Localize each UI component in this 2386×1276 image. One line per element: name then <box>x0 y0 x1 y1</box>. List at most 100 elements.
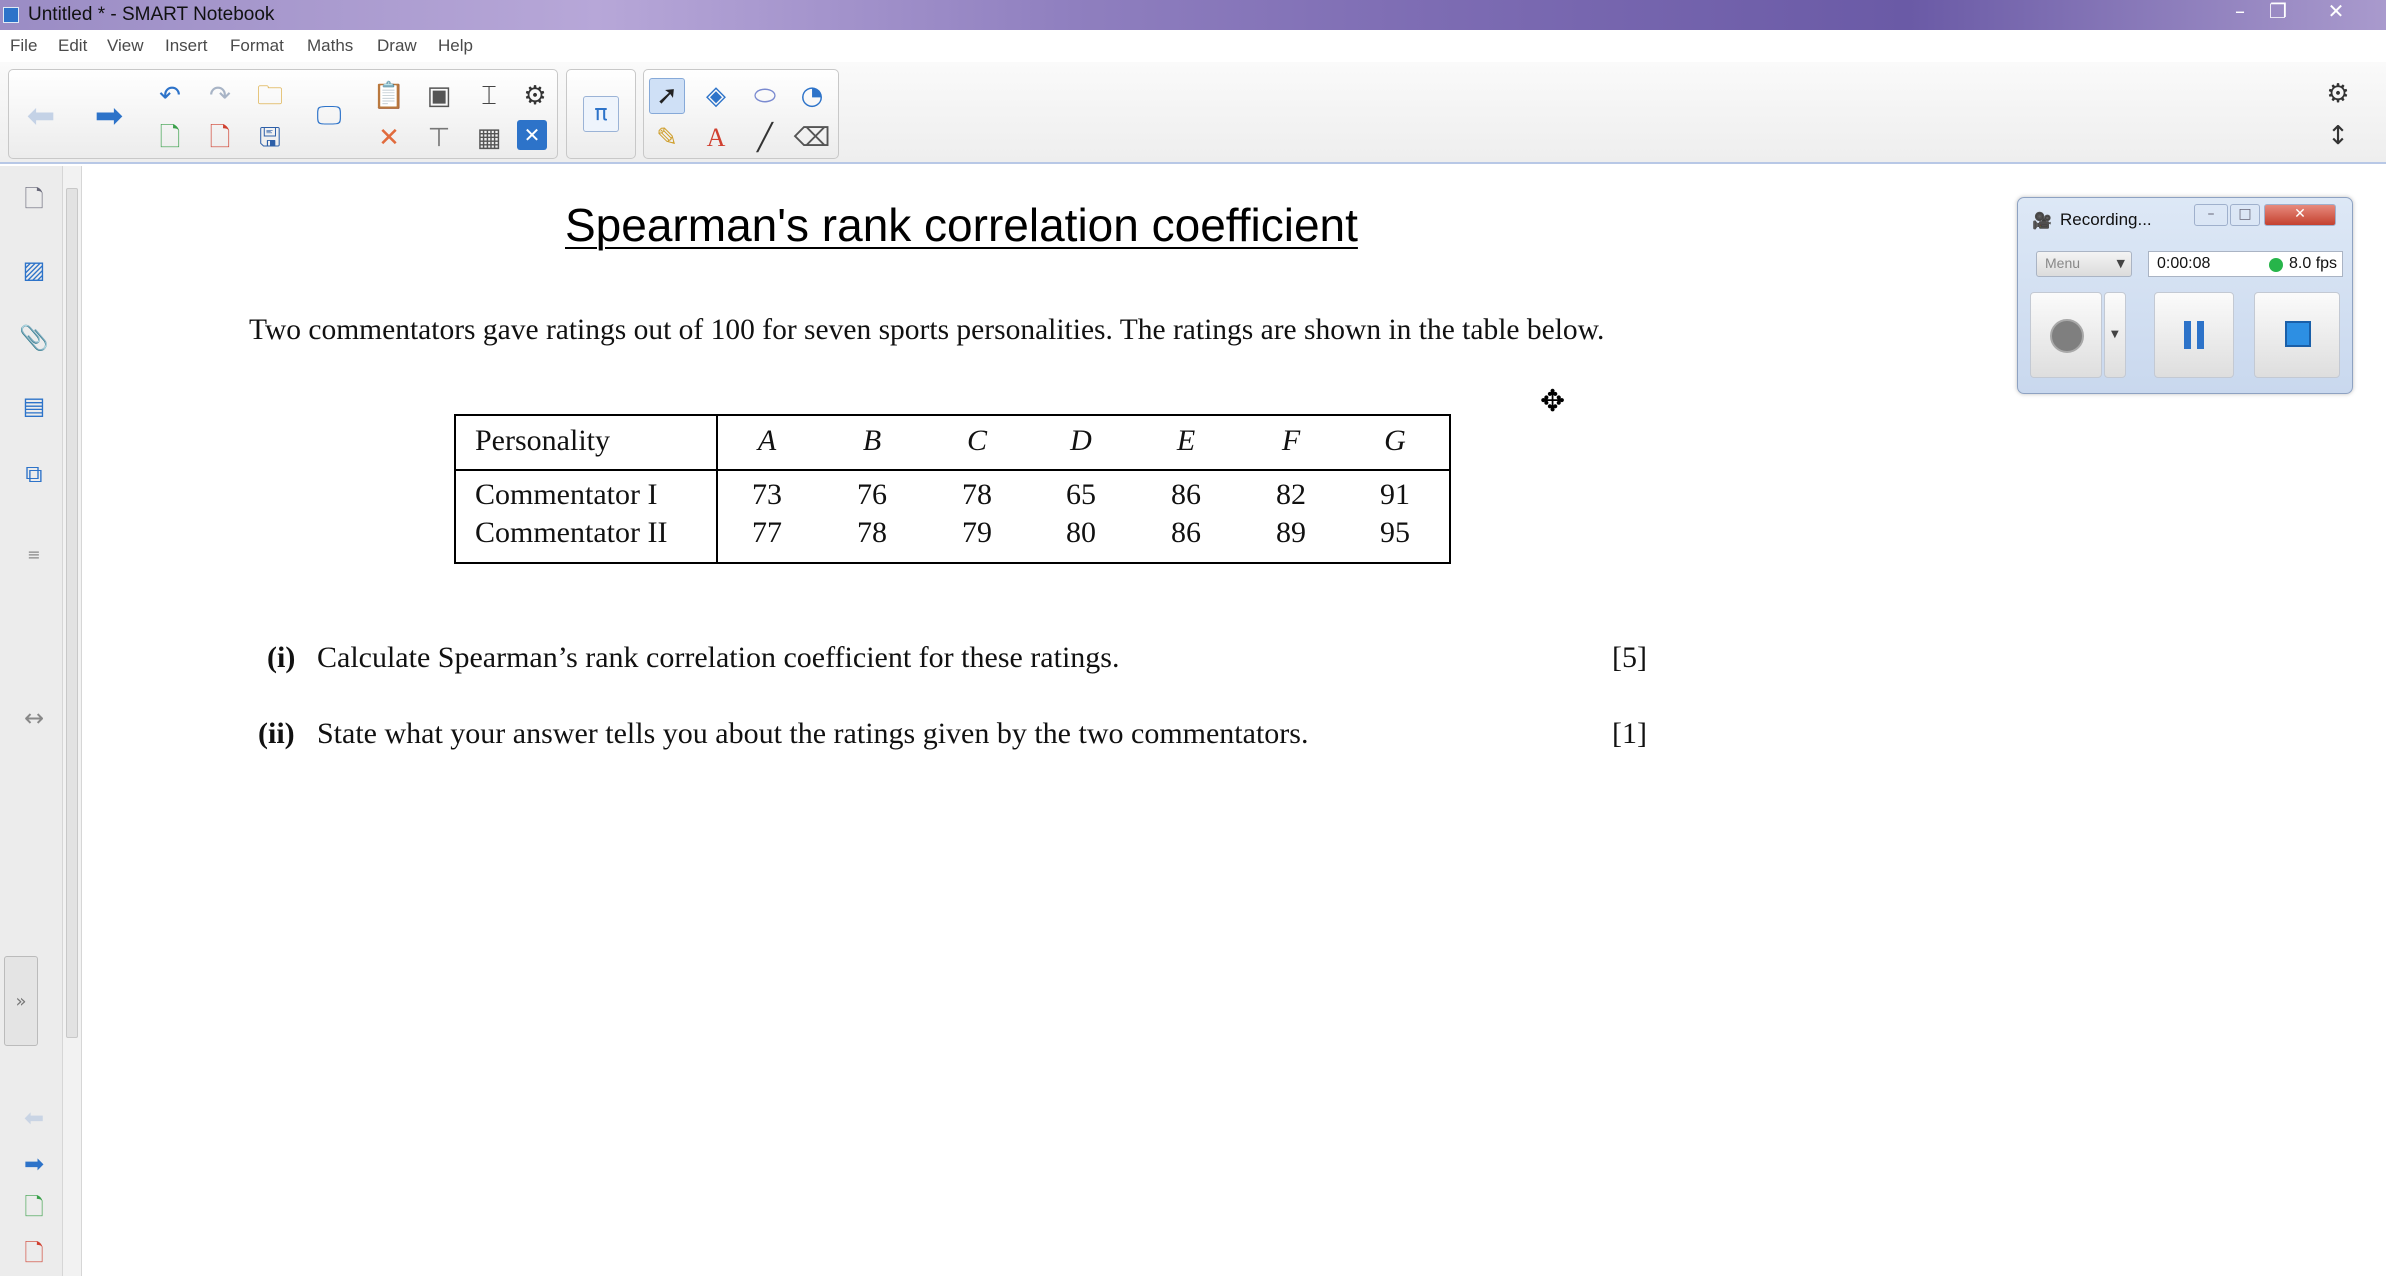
question-number: (ii) <box>258 717 295 750</box>
move-cursor-icon: ✥ <box>1540 384 1566 419</box>
close-tools-icon[interactable]: ✕ <box>517 120 547 150</box>
eraser-icon[interactable]: ⌫ <box>794 120 831 156</box>
table-cell: 78 <box>857 516 887 549</box>
save-icon[interactable]: 🖫 <box>252 120 288 156</box>
toolbar-group-file: ⬅ ➡ ↶ ↷ 🗀 🗋 🗋 🖫 🖵 📋 ▣ ⌶ ⚙ ✕ ⊤ ▦ ✕ <box>8 69 558 159</box>
attachments-tab-icon[interactable]: 📎 <box>12 312 56 364</box>
previous-page-icon[interactable]: ⬅ <box>12 1092 56 1144</box>
recorder-minimize-button[interactable]: – <box>2194 204 2228 226</box>
menu-format[interactable]: Format <box>230 36 284 56</box>
table-cell: 76 <box>857 478 887 511</box>
delete-page-sidebar-icon[interactable]: 🗋 <box>12 1230 56 1276</box>
line-tool-icon[interactable]: ╱ <box>747 120 783 156</box>
table-cell: 91 <box>1380 478 1410 511</box>
addons-tab-icon[interactable]: ⧉ <box>12 448 56 500</box>
gallery-tab-icon[interactable]: ▨ <box>12 244 56 296</box>
menu-file[interactable]: File <box>10 36 37 56</box>
menu-view[interactable]: View <box>107 36 144 56</box>
stop-button[interactable] <box>2254 292 2340 378</box>
page-sorter-tab-icon[interactable]: 🗋 <box>12 176 56 228</box>
tools-icon[interactable]: ⚙ <box>517 78 553 114</box>
table-cell: 78 <box>962 478 992 511</box>
shapes-icon[interactable]: ◈ <box>698 78 734 114</box>
open-folder-icon[interactable]: 🗀 <box>252 78 288 114</box>
math-tools-button[interactable]: π <box>583 96 619 132</box>
move-toolbar-icon[interactable]: ↕ <box>2320 118 2356 154</box>
settings-gear-icon[interactable]: ⚙ <box>2320 76 2356 112</box>
delete-icon[interactable]: ✕ <box>371 120 407 156</box>
table-cell: 86 <box>1171 516 1201 549</box>
select-arrow-icon[interactable]: ➚ <box>649 78 685 114</box>
scrollbar-thumb[interactable] <box>66 188 78 1038</box>
redo-icon[interactable]: ↷ <box>202 78 238 114</box>
question-marks: [5] <box>1612 641 1647 674</box>
menu-bar: File Edit View Insert Format Maths Draw … <box>0 30 2386 62</box>
add-page-sidebar-icon[interactable]: 🗋 <box>12 1184 56 1236</box>
menu-edit[interactable]: Edit <box>58 36 87 56</box>
smart-notebook-app-icon <box>3 7 19 23</box>
magic-pen-icon[interactable]: ⬭ <box>747 78 783 114</box>
add-page-icon[interactable]: 🗋 <box>152 120 188 156</box>
ratings-table: Personality A B C D E F G Commentator I … <box>454 414 1451 564</box>
pause-button[interactable] <box>2154 292 2234 378</box>
pens-icon[interactable]: ✎ <box>649 120 685 156</box>
show-display-icon[interactable]: 🖵 <box>311 98 347 134</box>
screen-capture-icon[interactable]: ▣ <box>421 78 457 114</box>
recorder-camera-icon: 🎥 <box>2032 211 2052 230</box>
window-title: Untitled * - SMART Notebook <box>28 4 275 25</box>
screen-shade-icon[interactable]: ⌶ <box>471 78 507 114</box>
delete-page-icon[interactable]: 🗋 <box>202 120 238 156</box>
table-cell: 79 <box>962 516 992 549</box>
stop-square-icon <box>2285 321 2311 347</box>
menu-insert[interactable]: Insert <box>165 36 208 56</box>
swap-side-icon[interactable]: ↔ <box>12 692 56 744</box>
fill-icon[interactable]: ◔ <box>794 78 830 114</box>
table-column-header: G <box>1384 424 1406 457</box>
menu-maths[interactable]: Maths <box>307 36 353 56</box>
recorder-menu-dropdown[interactable]: Menu ▼ <box>2036 251 2132 277</box>
paste-icon[interactable]: 📋 <box>371 78 407 114</box>
minimize-button[interactable]: – <box>2222 0 2258 24</box>
expand-panel-icon[interactable]: » <box>4 956 38 1046</box>
main-toolbar: ⬅ ➡ ↶ ↷ 🗀 🗋 🗋 🖫 🖵 📋 ▣ ⌶ ⚙ ✕ ⊤ ▦ ✕ π ➚ ◈ … <box>0 62 2386 164</box>
properties-tab-icon[interactable]: ▤ <box>12 380 56 432</box>
intro-paragraph: Two commentators gave ratings out of 100… <box>249 314 1605 346</box>
table-row-label: Commentator II <box>475 516 668 549</box>
insert-table-icon[interactable]: ▦ <box>471 120 507 156</box>
toolbar-group-maths: π <box>566 69 636 159</box>
next-page-icon[interactable]: ➡ <box>12 1138 56 1190</box>
table-column-header: C <box>966 424 987 457</box>
table-column-header: D <box>1070 424 1092 457</box>
table-cell: 80 <box>1066 516 1096 549</box>
chevron-down-icon: ▼ <box>2111 329 2119 340</box>
record-options-dropdown[interactable]: ▼ <box>2104 292 2126 378</box>
text-tool-icon[interactable]: A <box>698 120 734 156</box>
table-column-header: E <box>1176 424 1196 457</box>
recorder-maximize-button[interactable]: □ <box>2230 204 2260 226</box>
forward-page-icon[interactable]: ➡ <box>91 98 127 134</box>
page-title: Spearman's rank correlation coefficient <box>565 199 1358 251</box>
side-panel: 🗋 ▨ 📎 ▤ ⧉ ≡ ↔ » ⬅ ➡ 🗋 🗋 <box>0 166 66 1276</box>
pause-bar-icon <box>2184 321 2191 349</box>
menu-help[interactable]: Help <box>438 36 473 56</box>
recorder-fps: 8.0 fps <box>2289 255 2338 272</box>
close-button[interactable]: ✕ <box>2318 0 2354 24</box>
table-column-header: F <box>1281 424 1301 457</box>
recorder-elapsed-time: 0:00:08 <box>2157 255 2211 272</box>
table-column-header: B <box>862 424 882 457</box>
recorder-title: Recording... <box>2060 210 2152 229</box>
display-screen-icon[interactable]: ⊤ <box>421 120 457 156</box>
recorder-close-button[interactable]: ✕ <box>2264 204 2336 226</box>
recorder-status-field: 0:00:08 8.0 fps <box>2148 251 2343 277</box>
record-button[interactable] <box>2030 292 2102 378</box>
panel-resize-grip-icon[interactable]: ≡ <box>12 528 56 580</box>
question-marks: [1] <box>1612 717 1647 750</box>
table-cell: 95 <box>1380 516 1410 549</box>
menu-draw[interactable]: Draw <box>377 36 417 56</box>
undo-icon[interactable]: ↶ <box>152 78 188 114</box>
back-page-icon[interactable]: ⬅ <box>23 98 59 134</box>
maximize-button[interactable]: ❐ <box>2260 0 2296 24</box>
table-column-header: A <box>757 424 777 457</box>
table-cell: 65 <box>1066 478 1096 511</box>
vertical-scrollbar[interactable] <box>62 166 82 1276</box>
